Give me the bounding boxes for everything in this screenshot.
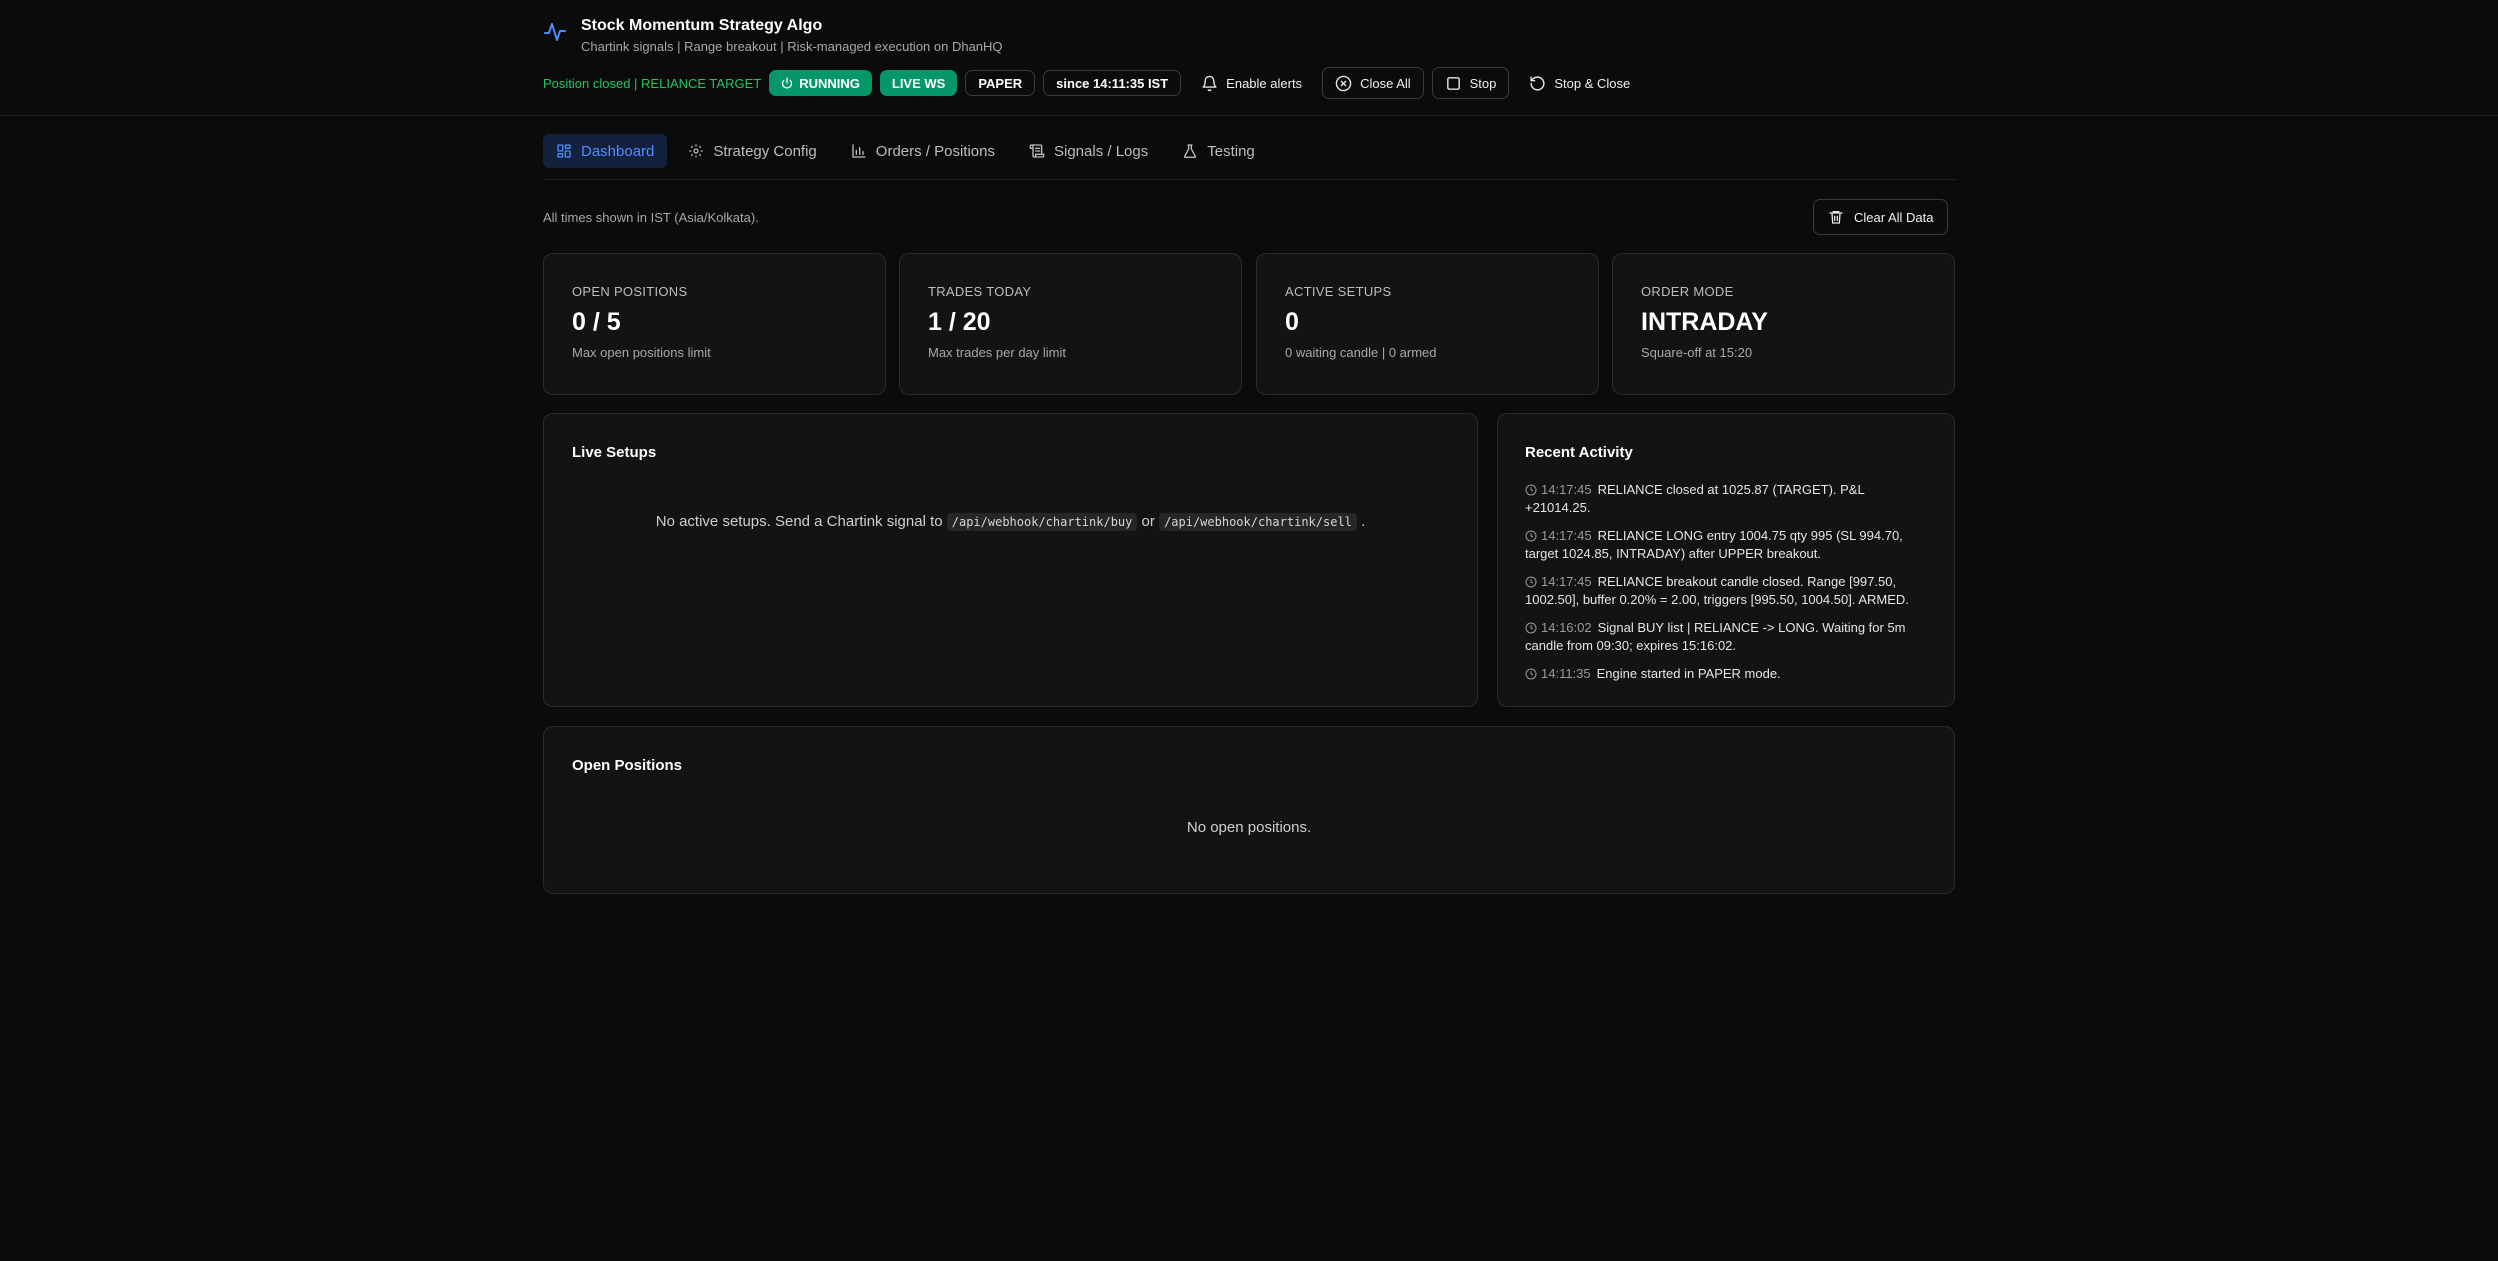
clock-icon [1525,668,1537,680]
rotate-ccw-icon [1530,75,1545,91]
stat-sub: 0 waiting candle | 0 armed [1285,345,1437,360]
panel-title: Recent Activity [1525,444,1633,461]
clock-icon [1525,622,1537,634]
trash-icon [1829,211,1843,224]
mode-badge: PAPER [965,70,1036,96]
activity-item: 14:16:02 Signal BUY list | RELIANCE -> LO… [1525,619,1927,655]
tab-signals-logs[interactable]: Signals / Logs [1016,134,1161,168]
activity-icon [544,23,566,41]
live-ws-badge: LIVE WS [879,70,958,96]
stat-label: OPEN POSITIONS [572,284,688,299]
main-tabs: Dashboard Strategy Config Orders / Posit… [543,134,1955,180]
activity-item: 14:17:45 RELIANCE closed at 1025.87 (TARG… [1525,481,1927,517]
stop-and-close-button[interactable]: Stop & Close [1517,67,1642,99]
live-setups-panel: Live Setups No active setups. Send a Cha… [543,413,1478,707]
scroll-icon [1029,144,1045,158]
power-icon [782,77,793,89]
live-setups-empty-message: No active setups. Send a Chartink signal… [572,513,1449,531]
running-label: RUNNING [799,75,860,91]
stat-card-active-setups: ACTIVE SETUPS 0 0 waiting candle | 0 arm… [1256,253,1599,395]
panel-title: Open Positions [572,757,683,774]
empty-prefix: No active setups. Send a Chartink signal… [655,513,943,530]
activity-item: 14:11:35 Engine started in PAPER mode. [1525,665,1927,683]
tab-strategy-config[interactable]: Strategy Config [675,134,829,168]
activity-time: 14:17:45 [1541,574,1592,589]
open-positions-panel: Open Positions No open positions. [543,726,1955,894]
x-circle-icon [1335,75,1352,91]
sell-webhook-path: /api/webhook/chartink/sell [1159,513,1357,531]
panel-title: Live Setups [572,444,657,461]
activity-text: Engine started in PAPER mode. [1596,666,1781,681]
stop-and-close-label: Stop & Close [1554,75,1631,91]
activity-time: 14:17:45 [1541,528,1592,543]
stat-value: 0 / 5 [572,308,621,336]
clock-icon [1525,484,1537,496]
or-text: or [1141,513,1155,530]
enable-alerts-label: Enable alerts [1226,75,1303,91]
open-positions-empty-message: No open positions. [1186,819,1312,836]
tab-label: Dashboard [581,142,655,160]
activity-item: 14:17:45 RELIANCE LONG entry 1004.75 qty … [1525,527,1927,563]
stat-sub: Max trades per day limit [928,345,1066,360]
close-all-button[interactable]: Close All [1322,67,1424,99]
activity-time: 14:16:02 [1541,620,1592,635]
tab-dashboard[interactable]: Dashboard [543,134,668,168]
tab-orders-positions[interactable]: Orders / Positions [838,134,1008,168]
tab-testing[interactable]: Testing [1169,134,1268,168]
clear-all-data-button[interactable]: Clear All Data [1813,199,1949,235]
activity-item: 14:17:45 RELIANCE breakout candle closed.… [1525,573,1927,609]
clear-all-data-label: Clear All Data [1854,209,1934,225]
stat-sub: Max open positions limit [572,345,711,360]
tab-label: Orders / Positions [875,142,995,160]
recent-activity-panel: Recent Activity 14:17:45 RELIANCE closed … [1497,413,1955,707]
app-subtitle: Chartink signals | Range breakout | Risk… [581,39,1003,54]
stat-card-order-mode: ORDER MODE INTRADAY Square-off at 15:20 [1612,253,1955,395]
flask-icon [1184,144,1197,158]
running-badge: RUNNING [769,70,872,96]
stat-card-open-positions: OPEN POSITIONS 0 / 5 Max open positions … [543,253,886,395]
gear-icon [689,144,704,158]
tab-label: Strategy Config [713,142,817,160]
clock-icon [1525,576,1537,588]
app-header: Stock Momentum Strategy Algo Chartink si… [0,0,2498,116]
bell-icon [1202,75,1217,91]
stat-value: 1 / 20 [928,308,991,336]
stat-card-trades-today: TRADES TODAY 1 / 20 Max trades per day l… [899,253,1242,395]
stat-sub: Square-off at 15:20 [1641,345,1753,360]
app-title: Stock Momentum Strategy Algo [581,17,823,34]
activity-list: 14:17:45 RELIANCE closed at 1025.87 (TARG… [1525,481,1927,683]
status-message: Position closed | RELIANCE TARGET [543,75,762,91]
activity-time: 14:11:35 [1541,666,1591,681]
brand: Stock Momentum Strategy Algo Chartink si… [543,16,1003,54]
square-icon [1446,76,1460,90]
stop-button[interactable]: Stop [1431,67,1510,99]
stat-label: ACTIVE SETUPS [1285,284,1392,299]
tab-label: Signals / Logs [1054,142,1149,160]
close-all-label: Close All [1360,75,1411,91]
empty-suffix: . [1361,513,1366,530]
grid-icon [557,144,571,158]
stat-label: ORDER MODE [1641,284,1734,299]
tab-label: Testing [1207,142,1255,160]
clock-icon [1525,530,1537,542]
since-badge: since 14:11:35 IST [1043,70,1182,96]
bar-chart-icon [852,144,866,158]
buy-webhook-path: /api/webhook/chartink/buy [946,513,1138,531]
stat-value: INTRADAY [1641,308,1768,336]
timezone-note: All times shown in IST (Asia/Kolkata). [543,210,759,225]
stop-label: Stop [1469,75,1497,91]
activity-time: 14:17:45 [1541,482,1592,497]
stat-label: TRADES TODAY [928,284,1032,299]
status-bar: Position closed | RELIANCE TARGET RUNNIN… [543,67,1642,99]
stat-value: 0 [1285,308,1299,336]
enable-alerts-button[interactable]: Enable alerts [1189,67,1314,99]
